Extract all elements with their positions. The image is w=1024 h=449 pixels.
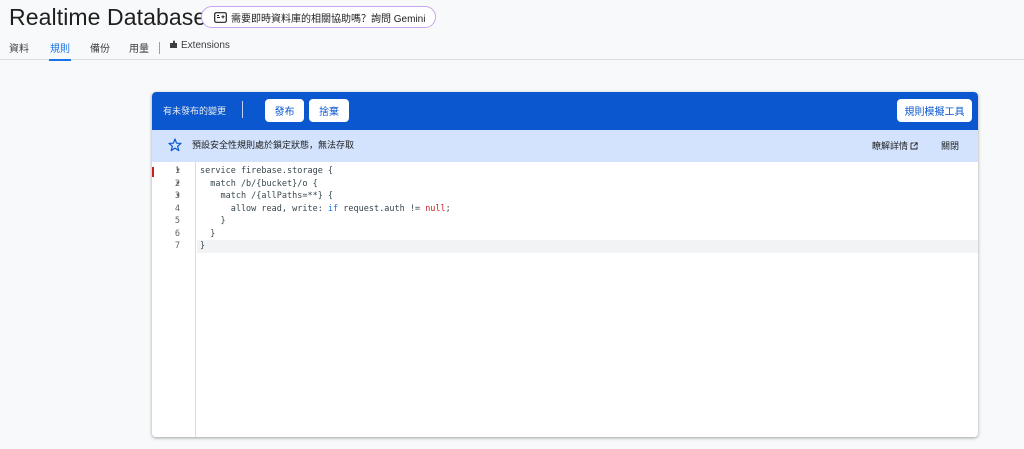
- tab-backups[interactable]: 備份: [90, 40, 110, 60]
- rules-toolbar: 有未發布的變更 發布 捨棄 規則模擬工具: [152, 92, 978, 130]
- close-banner-button[interactable]: 關閉: [941, 139, 959, 152]
- code-area[interactable]: service firebase.storage { match /b/{buc…: [197, 162, 978, 437]
- code-line: }: [200, 228, 216, 239]
- publish-button[interactable]: 發布: [265, 99, 304, 122]
- open-in-new-icon: [910, 142, 918, 150]
- error-marker: [152, 167, 154, 177]
- extensions-icon: [170, 40, 177, 48]
- security-banner: 預設安全性規則處於鎖定狀態，無法存取 瞭解詳情 關閉: [152, 130, 978, 162]
- gemini-chat-icon: [214, 11, 227, 23]
- learn-more-link[interactable]: 瞭解詳情: [872, 139, 918, 152]
- banner-message: 預設安全性規則處於鎖定狀態，無法存取: [192, 140, 355, 150]
- discard-button[interactable]: 捨棄: [309, 99, 349, 122]
- gemini-chip-label: 需要即時資料庫的相關協助嗎？詢問 Gemini: [231, 13, 426, 25]
- fold-arrow-icon[interactable]: ▼: [175, 178, 181, 191]
- code-line: allow read, write: if request.auth != nu…: [200, 203, 451, 214]
- code-line-current: }: [197, 240, 978, 253]
- page-header: Realtime Database 需要即時資料庫的相關協助嗎？詢問 Gemin…: [0, 0, 1024, 61]
- fold-arrow-icon[interactable]: ▼: [175, 190, 181, 203]
- ask-gemini-chip[interactable]: 需要即時資料庫的相關協助嗎？詢問 Gemini: [201, 6, 437, 28]
- line-number: 7: [174, 241, 180, 251]
- code-line: }: [200, 216, 226, 226]
- code-line: match /{allPaths=**} {: [200, 191, 334, 201]
- tab-data[interactable]: 資料: [9, 40, 29, 60]
- line-number: 4: [174, 203, 180, 214]
- fold-arrow-icon[interactable]: ▼: [175, 165, 181, 178]
- toolbar-divider: [242, 101, 243, 118]
- line-number: 6: [174, 228, 180, 239]
- editor-gutter: 1 ▼ 2 ▼ 3 ▼ 4 5 6 7: [152, 162, 196, 437]
- tab-rules[interactable]: 規則: [49, 40, 71, 61]
- code-line: service firebase.storage {: [200, 166, 334, 176]
- rules-code-editor[interactable]: 1 ▼ 2 ▼ 3 ▼ 4 5 6 7 service firebase.sto…: [152, 162, 978, 437]
- tab-extensions[interactable]: Extensions: [169, 40, 230, 60]
- unpublished-changes-label: 有未發布的變更: [163, 106, 227, 116]
- tab-divider: [159, 42, 160, 54]
- line-number: 5: [174, 216, 180, 226]
- code-line: match /b/{bucket}/o {: [200, 178, 318, 189]
- page-title: Realtime Database: [9, 4, 207, 30]
- rules-panel: 有未發布的變更 發布 捨棄 規則模擬工具 預設安全性規則處於鎖定狀態，無法存取 …: [152, 92, 978, 437]
- tab-usage[interactable]: 用量: [129, 40, 149, 60]
- star-icon: [168, 138, 182, 152]
- rules-playground-button[interactable]: 規則模擬工具: [897, 99, 972, 122]
